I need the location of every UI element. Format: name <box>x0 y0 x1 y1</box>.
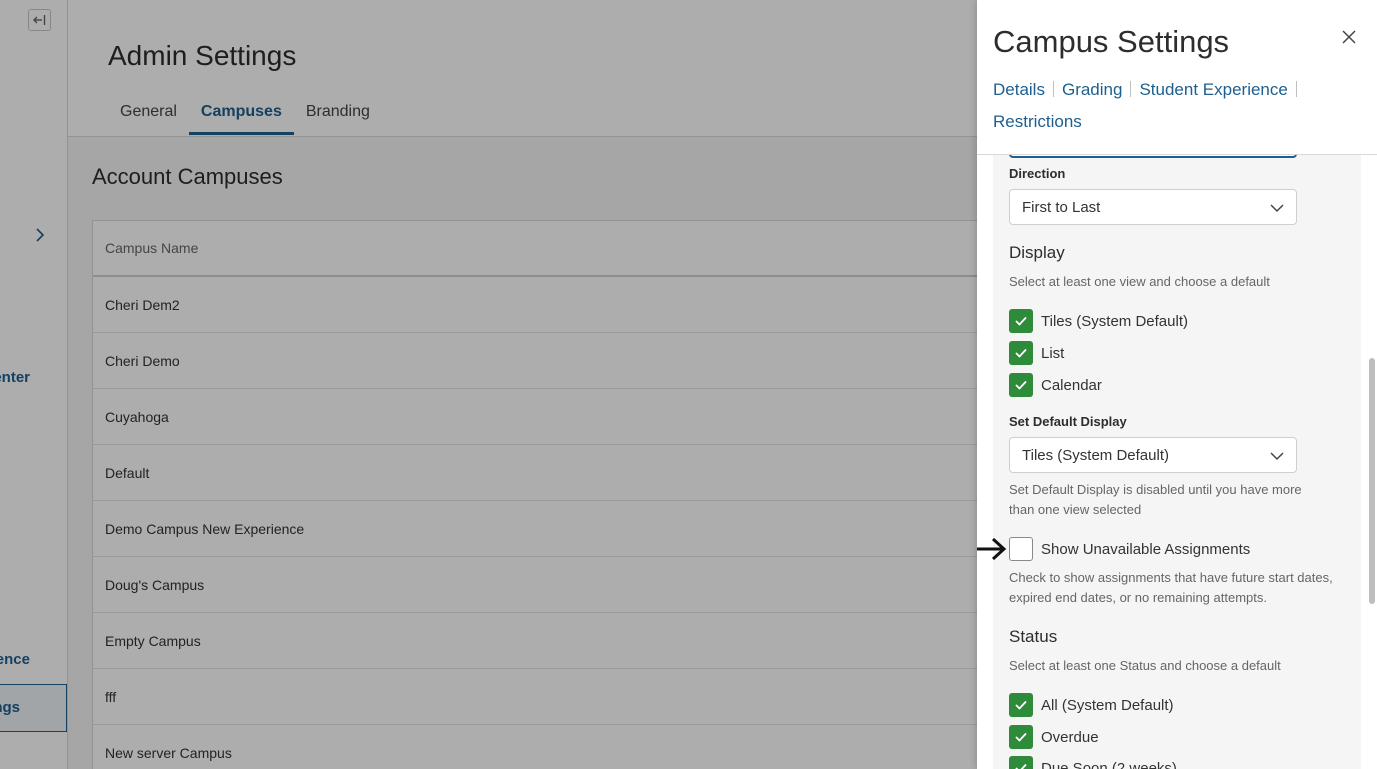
checkbox-label: Overdue <box>1041 728 1099 746</box>
checkbox-label: All (System Default) <box>1041 696 1174 714</box>
checkbox-checked[interactable] <box>1009 756 1033 769</box>
panel-scrollbar[interactable] <box>1369 358 1375 604</box>
direction-value: First to Last <box>1022 198 1101 216</box>
check-icon <box>1015 348 1027 358</box>
tab-separator <box>1295 81 1297 97</box>
status-heading: Status <box>1009 627 1058 646</box>
chevron-down-icon <box>1270 204 1284 213</box>
default-display-label: Set Default Display <box>1009 414 1127 429</box>
checkbox-label: List <box>1041 344 1065 362</box>
tab-grading[interactable]: Grading <box>1062 74 1122 106</box>
direction-label: Direction <box>1009 166 1066 181</box>
check-icon <box>1015 700 1027 710</box>
status-help-text: Select at least one Status and choose a … <box>1009 658 1281 673</box>
checkbox-checked[interactable] <box>1009 693 1033 717</box>
checkbox-checked[interactable] <box>1009 373 1033 397</box>
default-display-select[interactable]: Tiles (System Default) <box>1009 437 1297 473</box>
panel-tabs: Details Grading Student Experience Restrict… <box>993 74 1333 138</box>
checkbox-label: Due Soon (2 weeks) <box>1041 759 1177 769</box>
check-icon <box>1015 316 1027 326</box>
panel-title: Campus Settings <box>993 24 1230 59</box>
check-icon <box>1015 763 1027 769</box>
display-help-text: Select at least one view and choose a de… <box>1009 274 1270 289</box>
checkbox-checked[interactable] <box>1009 309 1033 333</box>
unavailable-help-text: Check to show assignments that have futu… <box>1009 570 1333 605</box>
display-heading: Display <box>1009 243 1065 262</box>
status-option-overdue[interactable]: Overdue <box>1009 725 1099 749</box>
checkbox-checked[interactable] <box>1009 725 1033 749</box>
tab-restrictions[interactable]: Restrictions <box>993 106 1082 138</box>
close-button[interactable] <box>1338 26 1360 48</box>
display-option-calendar[interactable]: Calendar <box>1009 373 1102 397</box>
chevron-down-icon <box>1270 452 1284 461</box>
panel-body[interactable]: Direction First to Last Display Select a… <box>977 155 1377 769</box>
campus-settings-panel: Campus Settings Details Grading Student Ex… <box>977 0 1377 769</box>
checkbox-label: Tiles (System Default) <box>1041 312 1188 330</box>
checkbox-checked[interactable] <box>1009 341 1033 365</box>
status-option-due-soon[interactable]: Due Soon (2 weeks) <box>1009 756 1177 769</box>
default-display-value: Tiles (System Default) <box>1022 446 1169 464</box>
text-input-partial[interactable] <box>1009 155 1297 158</box>
display-option-list[interactable]: List <box>1009 341 1064 365</box>
checkbox-unchecked[interactable] <box>1009 537 1033 561</box>
tab-separator <box>1052 81 1054 97</box>
show-unavailable-assignments-option[interactable]: Show Unavailable Assignments <box>1009 537 1250 561</box>
check-icon <box>1015 732 1027 742</box>
default-display-help-text: Set Default Display is disabled until yo… <box>1009 482 1302 517</box>
arrow-right-icon <box>977 537 1007 561</box>
check-icon <box>1015 380 1027 390</box>
display-option-tiles[interactable]: Tiles (System Default) <box>1009 309 1188 333</box>
panel-header: Campus Settings Details Grading Student Ex… <box>977 0 1377 155</box>
checkbox-label: Calendar <box>1041 376 1102 394</box>
tab-student-experience[interactable]: Student Experience <box>1139 74 1287 106</box>
status-option-all[interactable]: All (System Default) <box>1009 693 1174 717</box>
tab-details[interactable]: Details <box>993 74 1045 106</box>
tab-separator <box>1130 81 1132 97</box>
close-icon <box>1342 30 1356 44</box>
modal-overlay[interactable] <box>0 0 977 769</box>
direction-select[interactable]: First to Last <box>1009 189 1297 225</box>
checkbox-label: Show Unavailable Assignments <box>1041 540 1251 558</box>
